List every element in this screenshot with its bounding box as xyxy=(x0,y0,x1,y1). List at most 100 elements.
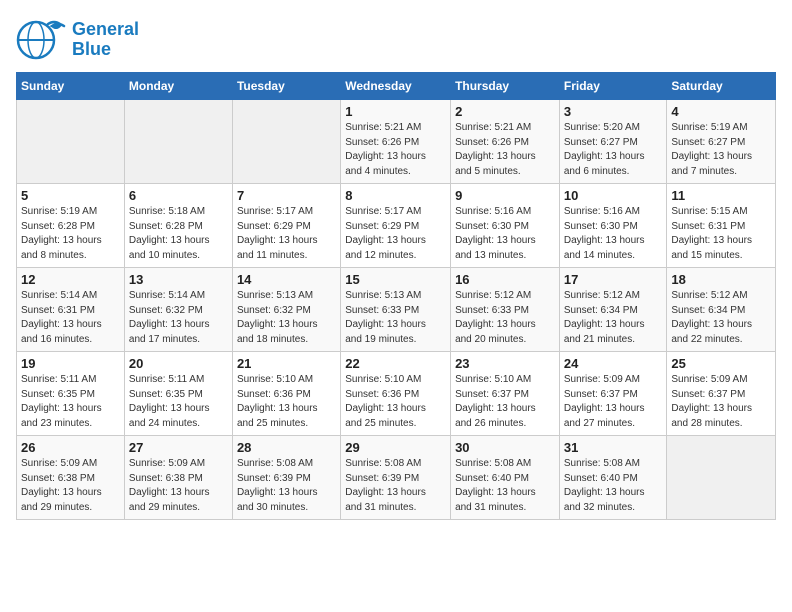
day-info: Sunrise: 5:14 AM Sunset: 6:32 PM Dayligh… xyxy=(129,289,228,347)
day-number: 17 xyxy=(564,272,663,287)
calendar-cell: 20 Sunrise: 5:11 AM Sunset: 6:35 PM Dayli… xyxy=(124,352,232,436)
day-info: Sunrise: 5:12 AM Sunset: 6:34 PM Dayligh… xyxy=(671,289,771,347)
header: General Blue xyxy=(16,16,776,64)
calendar-cell xyxy=(232,100,340,184)
calendar-week-2: 5 Sunrise: 5:19 AM Sunset: 6:28 PM Daylig… xyxy=(17,184,776,268)
calendar-header-row: SundayMondayTuesdayWednesdayThursdayFrid… xyxy=(17,73,776,100)
day-number: 21 xyxy=(237,356,336,371)
day-number: 7 xyxy=(237,188,336,203)
logo-text-line2: Blue xyxy=(72,40,139,60)
calendar-cell: 14 Sunrise: 5:13 AM Sunset: 6:32 PM Dayli… xyxy=(232,268,340,352)
day-info: Sunrise: 5:10 AM Sunset: 6:36 PM Dayligh… xyxy=(345,373,446,431)
calendar-cell: 22 Sunrise: 5:10 AM Sunset: 6:36 PM Dayli… xyxy=(341,352,451,436)
calendar-cell: 7 Sunrise: 5:17 AM Sunset: 6:29 PM Daylig… xyxy=(232,184,340,268)
col-header-thursday: Thursday xyxy=(451,73,560,100)
day-info: Sunrise: 5:17 AM Sunset: 6:29 PM Dayligh… xyxy=(237,205,336,263)
calendar-cell: 15Sunrise: 5:13 AM Sunset: 6:33 PM Dayli… xyxy=(341,268,451,352)
day-number: 27 xyxy=(129,440,228,455)
day-number: 3 xyxy=(564,104,663,119)
day-number: 2 xyxy=(455,104,555,119)
day-number: 25 xyxy=(671,356,771,371)
day-info: Sunrise: 5:16 AM Sunset: 6:30 PM Dayligh… xyxy=(564,205,663,263)
calendar-cell xyxy=(667,436,776,520)
col-header-tuesday: Tuesday xyxy=(232,73,340,100)
calendar-cell: 26Sunrise: 5:09 AM Sunset: 6:38 PM Dayli… xyxy=(17,436,125,520)
logo-icon xyxy=(16,16,68,64)
calendar-cell: 28 Sunrise: 5:08 AM Sunset: 6:39 PM Dayli… xyxy=(232,436,340,520)
day-number: 9 xyxy=(455,188,555,203)
calendar-cell: 23Sunrise: 5:10 AM Sunset: 6:37 PM Dayli… xyxy=(451,352,560,436)
calendar-cell: 6Sunrise: 5:18 AM Sunset: 6:28 PM Daylig… xyxy=(124,184,232,268)
day-info: Sunrise: 5:20 AM Sunset: 6:27 PM Dayligh… xyxy=(564,121,663,179)
day-info: Sunrise: 5:19 AM Sunset: 6:28 PM Dayligh… xyxy=(21,205,120,263)
day-number: 29 xyxy=(345,440,446,455)
day-number: 23 xyxy=(455,356,555,371)
calendar-cell: 25 Sunrise: 5:09 AM Sunset: 6:37 PM Dayli… xyxy=(667,352,776,436)
day-info: Sunrise: 5:09 AM Sunset: 6:38 PM Dayligh… xyxy=(21,457,120,515)
calendar-cell: 19 Sunrise: 5:11 AM Sunset: 6:35 PM Dayli… xyxy=(17,352,125,436)
col-header-friday: Friday xyxy=(559,73,667,100)
day-info: Sunrise: 5:08 AM Sunset: 6:40 PM Dayligh… xyxy=(564,457,663,515)
calendar-cell: 30 Sunrise: 5:08 AM Sunset: 6:40 PM Dayli… xyxy=(451,436,560,520)
calendar-cell: 21 Sunrise: 5:10 AM Sunset: 6:36 PM Dayli… xyxy=(232,352,340,436)
day-number: 8 xyxy=(345,188,446,203)
day-number: 18 xyxy=(671,272,771,287)
day-number: 24 xyxy=(564,356,663,371)
day-number: 20 xyxy=(129,356,228,371)
calendar-cell: 2Sunrise: 5:21 AM Sunset: 6:26 PM Daylig… xyxy=(451,100,560,184)
day-info: Sunrise: 5:08 AM Sunset: 6:39 PM Dayligh… xyxy=(345,457,446,515)
day-info: Sunrise: 5:08 AM Sunset: 6:40 PM Dayligh… xyxy=(455,457,555,515)
calendar-cell: 31 Sunrise: 5:08 AM Sunset: 6:40 PM Dayli… xyxy=(559,436,667,520)
calendar-cell: 4 Sunrise: 5:19 AM Sunset: 6:27 PM Daylig… xyxy=(667,100,776,184)
calendar-cell: 13 Sunrise: 5:14 AM Sunset: 6:32 PM Dayli… xyxy=(124,268,232,352)
calendar-cell: 16 Sunrise: 5:12 AM Sunset: 6:33 PM Dayli… xyxy=(451,268,560,352)
day-number: 31 xyxy=(564,440,663,455)
calendar-cell: 12 Sunrise: 5:14 AM Sunset: 6:31 PM Dayli… xyxy=(17,268,125,352)
day-info: Sunrise: 5:13 AM Sunset: 6:32 PM Dayligh… xyxy=(237,289,336,347)
calendar-cell: 29 Sunrise: 5:08 AM Sunset: 6:39 PM Dayli… xyxy=(341,436,451,520)
day-number: 12 xyxy=(21,272,120,287)
day-info: Sunrise: 5:17 AM Sunset: 6:29 PM Dayligh… xyxy=(345,205,446,263)
day-info: Sunrise: 5:14 AM Sunset: 6:31 PM Dayligh… xyxy=(21,289,120,347)
logo-text-line1: General xyxy=(72,20,139,40)
logo: General Blue xyxy=(16,16,139,64)
day-number: 30 xyxy=(455,440,555,455)
day-info: Sunrise: 5:12 AM Sunset: 6:33 PM Dayligh… xyxy=(455,289,555,347)
col-header-wednesday: Wednesday xyxy=(341,73,451,100)
day-info: Sunrise: 5:09 AM Sunset: 6:37 PM Dayligh… xyxy=(564,373,663,431)
calendar-cell: 11Sunrise: 5:15 AM Sunset: 6:31 PM Dayli… xyxy=(667,184,776,268)
calendar-cell: 27Sunrise: 5:09 AM Sunset: 6:38 PM Dayli… xyxy=(124,436,232,520)
day-info: Sunrise: 5:11 AM Sunset: 6:35 PM Dayligh… xyxy=(21,373,120,431)
day-info: Sunrise: 5:19 AM Sunset: 6:27 PM Dayligh… xyxy=(671,121,771,179)
day-number: 5 xyxy=(21,188,120,203)
day-info: Sunrise: 5:11 AM Sunset: 6:35 PM Dayligh… xyxy=(129,373,228,431)
day-info: Sunrise: 5:12 AM Sunset: 6:34 PM Dayligh… xyxy=(564,289,663,347)
calendar-cell: 17 Sunrise: 5:12 AM Sunset: 6:34 PM Dayli… xyxy=(559,268,667,352)
calendar-cell xyxy=(17,100,125,184)
day-number: 14 xyxy=(237,272,336,287)
day-info: Sunrise: 5:15 AM Sunset: 6:31 PM Dayligh… xyxy=(671,205,771,263)
day-number: 22 xyxy=(345,356,446,371)
day-info: Sunrise: 5:13 AM Sunset: 6:33 PM Dayligh… xyxy=(345,289,446,347)
day-number: 4 xyxy=(671,104,771,119)
day-number: 1 xyxy=(345,104,446,119)
day-number: 13 xyxy=(129,272,228,287)
day-number: 28 xyxy=(237,440,336,455)
col-header-monday: Monday xyxy=(124,73,232,100)
col-header-sunday: Sunday xyxy=(17,73,125,100)
day-info: Sunrise: 5:09 AM Sunset: 6:37 PM Dayligh… xyxy=(671,373,771,431)
day-info: Sunrise: 5:10 AM Sunset: 6:36 PM Dayligh… xyxy=(237,373,336,431)
day-info: Sunrise: 5:21 AM Sunset: 6:26 PM Dayligh… xyxy=(345,121,446,179)
calendar-cell: 1 Sunrise: 5:21 AM Sunset: 6:26 PM Daylig… xyxy=(341,100,451,184)
day-number: 16 xyxy=(455,272,555,287)
calendar-cell: 8 Sunrise: 5:17 AM Sunset: 6:29 PM Daylig… xyxy=(341,184,451,268)
col-header-saturday: Saturday xyxy=(667,73,776,100)
calendar-week-1: 1 Sunrise: 5:21 AM Sunset: 6:26 PM Daylig… xyxy=(17,100,776,184)
day-number: 10 xyxy=(564,188,663,203)
calendar-table: SundayMondayTuesdayWednesdayThursdayFrid… xyxy=(16,72,776,520)
calendar-cell: 9 Sunrise: 5:16 AM Sunset: 6:30 PM Daylig… xyxy=(451,184,560,268)
day-number: 19 xyxy=(21,356,120,371)
day-info: Sunrise: 5:08 AM Sunset: 6:39 PM Dayligh… xyxy=(237,457,336,515)
day-info: Sunrise: 5:18 AM Sunset: 6:28 PM Dayligh… xyxy=(129,205,228,263)
day-info: Sunrise: 5:16 AM Sunset: 6:30 PM Dayligh… xyxy=(455,205,555,263)
